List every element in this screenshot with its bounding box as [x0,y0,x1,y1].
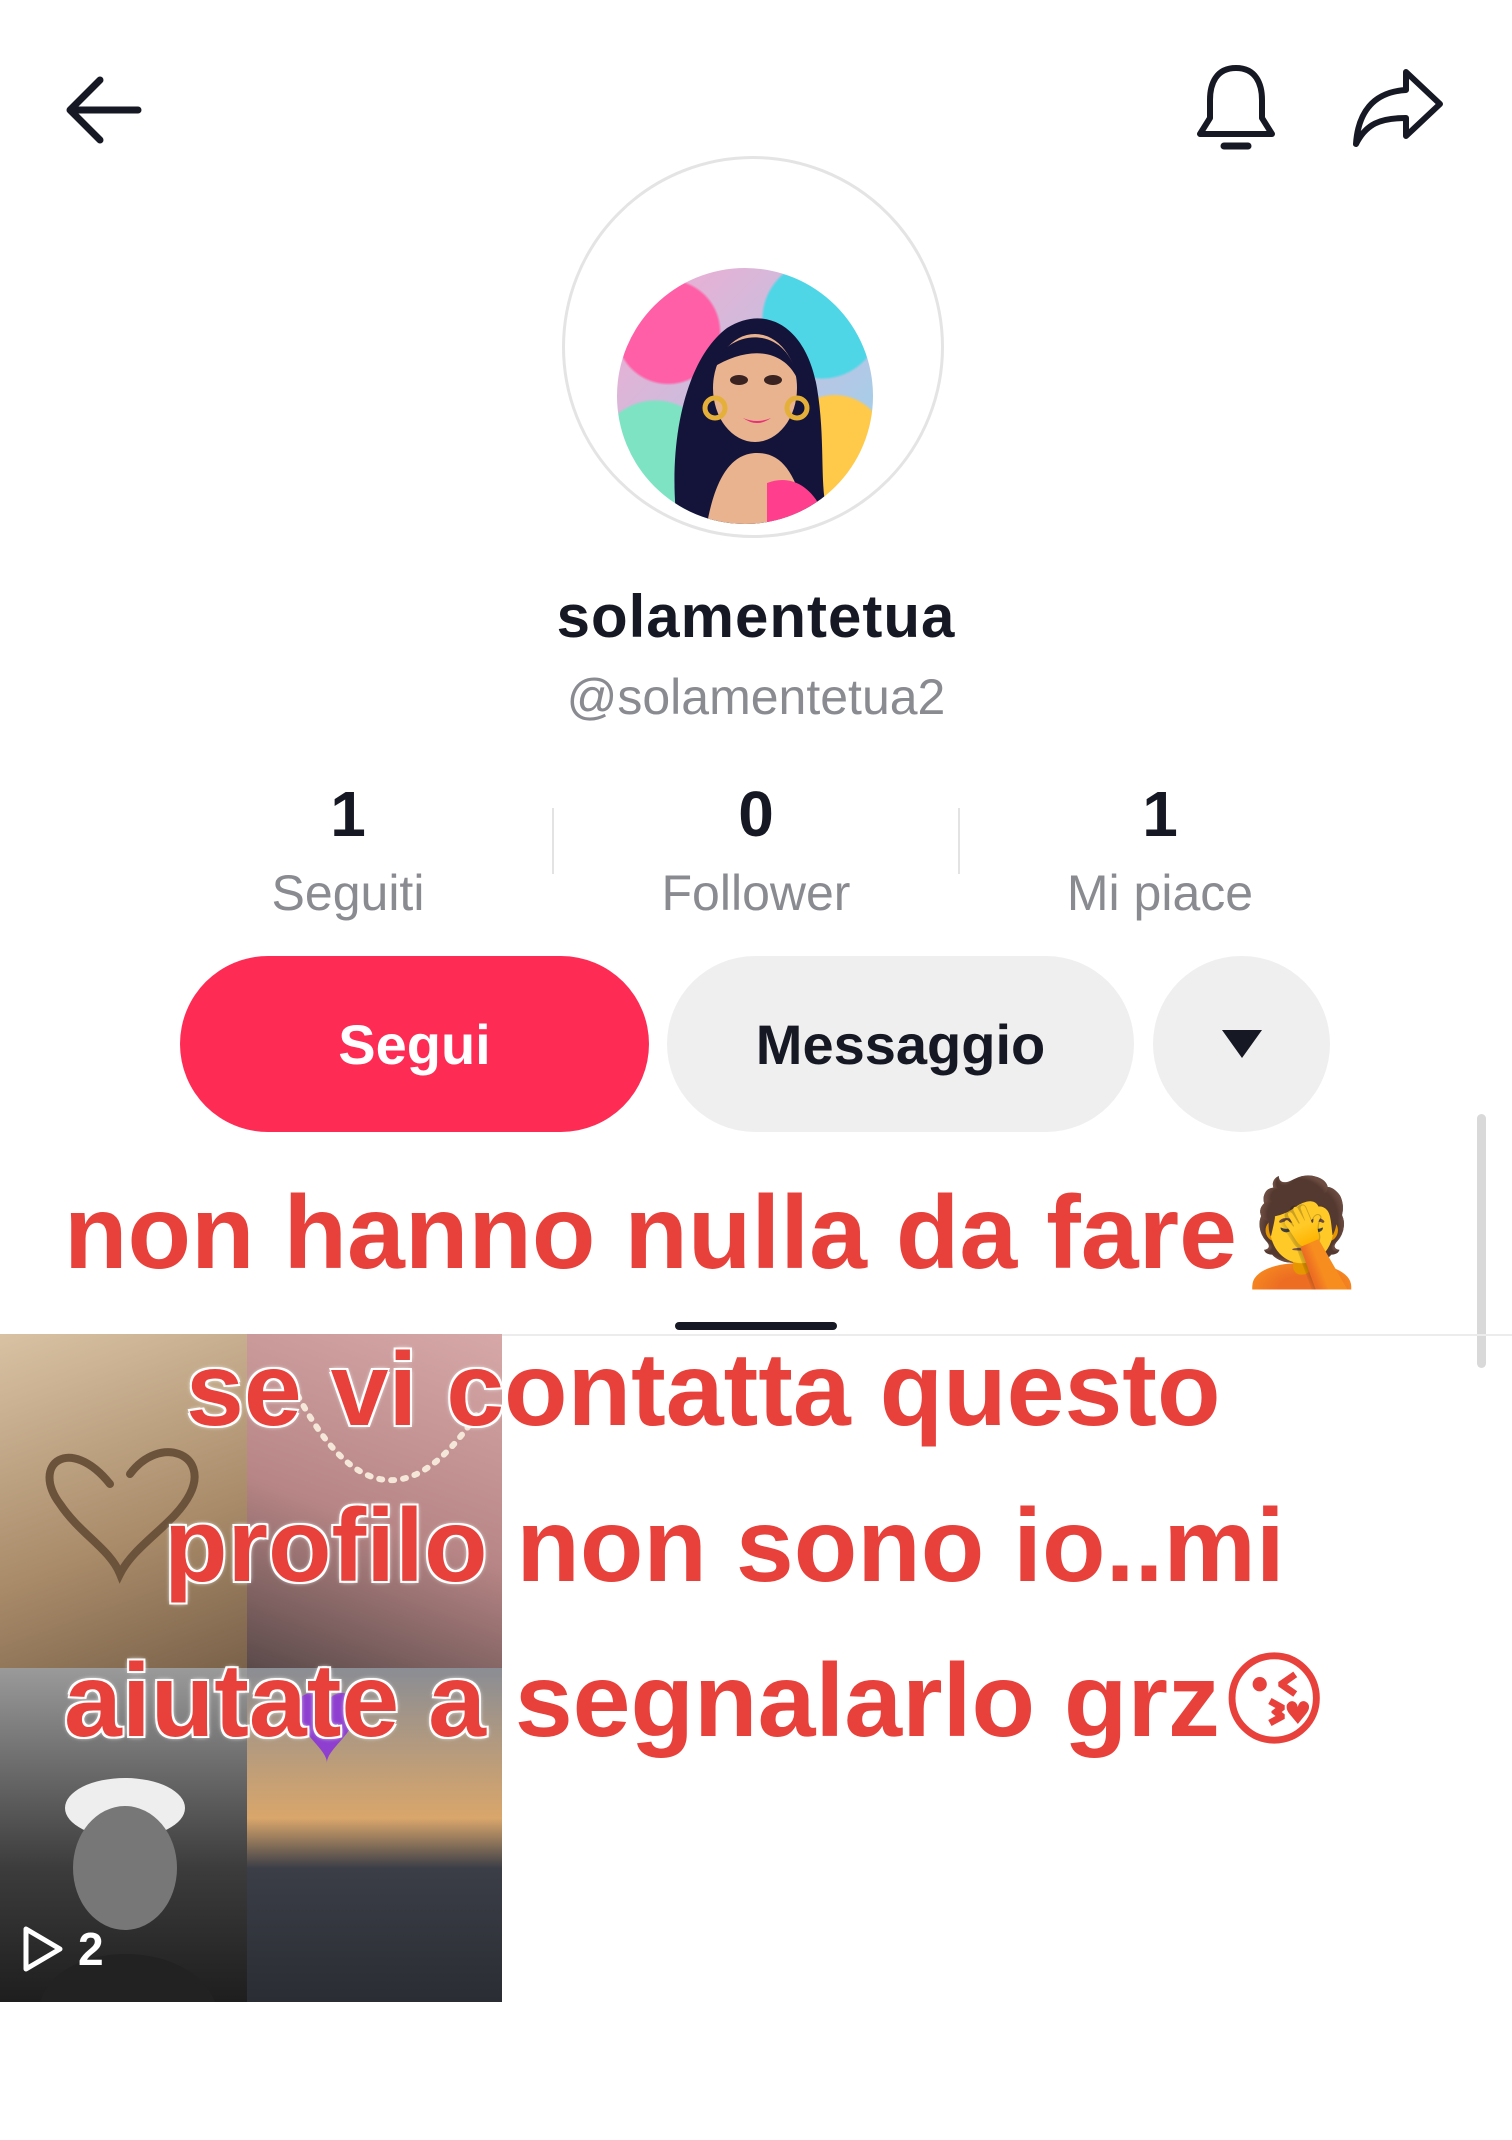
overlay-caption-line-4: aiutate a segnalarlo grz😘 [64,1648,1328,1753]
message-button[interactable]: Messaggio [667,956,1134,1132]
overlay-caption-text: aiutate a segnalarlo grz [64,1643,1220,1759]
stat-likes-count: 1 [1142,778,1178,850]
bell-icon [1197,65,1275,150]
stat-likes[interactable]: 1 Mi piace [1000,782,1320,922]
overlay-caption-text: non hanno nulla da fare [64,1175,1237,1291]
facepalm-emoji-icon: 🤦 [1236,1171,1367,1293]
kiss-emoji-icon: 😘 [1219,1639,1329,1761]
share-icon [1353,69,1443,147]
overlay-caption-text: profilo non sono io..mi [164,1488,1285,1604]
notification-button[interactable] [1188,58,1284,158]
stat-likes-label: Mi piace [1066,865,1254,921]
play-count-number: 2 [78,1923,104,1975]
stat-followers-count: 0 [738,778,774,850]
scrollbar[interactable] [1477,1114,1486,1368]
overlay-caption-line-1: non hanno nulla da fare🤦 [64,1180,1366,1285]
video-play-count: 2 [22,1922,104,1976]
overlay-caption-line-3: profilo non sono io..mi [164,1494,1285,1598]
stat-divider [958,808,960,874]
tab-videos-indicator[interactable] [675,1322,837,1330]
share-button[interactable] [1348,58,1448,158]
overlay-caption-line-2: se vi contatta questo [186,1338,1220,1442]
stat-following-label: Seguiti [271,865,425,921]
follow-button[interactable]: Segui [180,956,649,1132]
avatar[interactable] [617,268,873,524]
dropdown-triangle-icon [1221,1030,1262,1058]
back-arrow-icon [66,76,142,144]
stat-followers-label: Follower [661,865,851,921]
display-name: solamentetua [556,583,956,650]
more-options-button[interactable] [1153,956,1330,1132]
play-icon [23,1926,63,1972]
stat-following[interactable]: 1 Seguiti [188,782,508,922]
avatar-illustration [674,318,832,524]
back-button[interactable] [56,62,152,158]
stat-followers[interactable]: 0 Follower [596,782,916,922]
stat-divider [552,808,554,874]
stat-following-count: 1 [330,778,366,850]
username-handle: @solamentetua2 [566,669,946,725]
overlay-caption-text: se vi contatta questo [186,1332,1221,1448]
